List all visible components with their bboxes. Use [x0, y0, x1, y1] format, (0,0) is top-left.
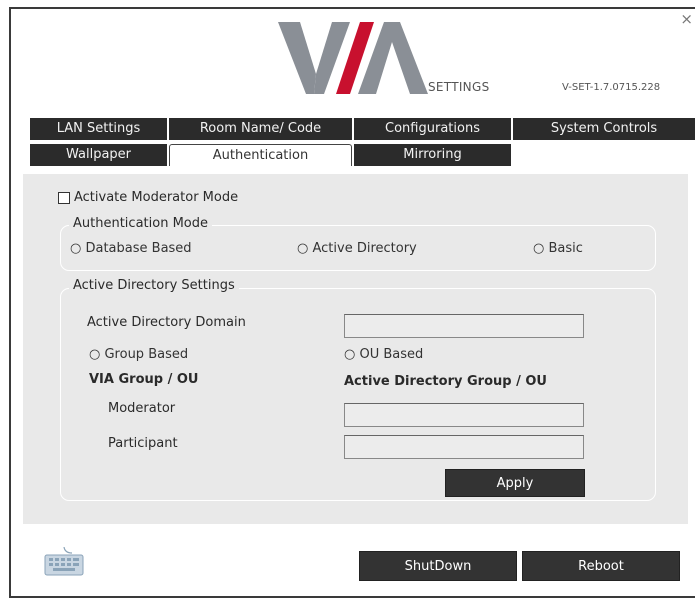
- moderator-mode-label: Activate Moderator Mode: [74, 190, 239, 205]
- keyboard-icon[interactable]: [44, 547, 84, 577]
- radio-database-based[interactable]: ○ Database Based: [70, 241, 192, 256]
- via-group-heading: VIA Group / OU: [89, 372, 199, 387]
- radio-group-based[interactable]: ○ Group Based: [89, 347, 188, 362]
- radio-icon: ○: [297, 241, 309, 256]
- tab-room-name-code[interactable]: Room Name/ Code: [169, 118, 352, 140]
- participant-label: Participant: [108, 436, 178, 451]
- tab-lan-settings[interactable]: LAN Settings: [30, 118, 167, 140]
- tab-configurations[interactable]: Configurations: [354, 118, 511, 140]
- radio-label: Active Directory: [312, 241, 417, 256]
- authentication-mode-legend: Authentication Mode: [69, 216, 212, 231]
- radio-active-directory[interactable]: ○ Active Directory: [297, 241, 417, 256]
- radio-label: Database Based: [85, 241, 192, 256]
- settings-title: SETTINGS: [428, 80, 490, 94]
- participant-input[interactable]: [344, 435, 584, 459]
- tab-authentication[interactable]: Authentication: [169, 144, 352, 166]
- radio-icon: ○: [70, 241, 82, 256]
- radio-icon: ○: [533, 241, 545, 256]
- version-label: V-SET-1.7.0715.228: [562, 82, 661, 93]
- tab-mirroring[interactable]: Mirroring: [354, 144, 511, 166]
- ad-domain-input[interactable]: [344, 314, 584, 338]
- shutdown-button[interactable]: ShutDown: [359, 551, 517, 581]
- radio-label: OU Based: [359, 347, 424, 362]
- tab-system-controls[interactable]: System Controls: [513, 118, 695, 140]
- radio-label: Group Based: [104, 347, 189, 362]
- radio-icon: ○: [89, 347, 101, 362]
- moderator-mode-checkbox[interactable]: [58, 192, 70, 204]
- reboot-button[interactable]: Reboot: [522, 551, 680, 581]
- radio-label: Basic: [548, 241, 583, 256]
- ad-settings-legend: Active Directory Settings: [69, 278, 239, 293]
- radio-basic[interactable]: ○ Basic: [533, 241, 583, 256]
- radio-ou-based[interactable]: ○ OU Based: [344, 347, 423, 362]
- moderator-label: Moderator: [108, 401, 176, 416]
- radio-icon: ○: [344, 347, 356, 362]
- via-logo: [278, 22, 428, 94]
- close-icon[interactable]: ×: [680, 10, 693, 28]
- moderator-input[interactable]: [344, 403, 584, 427]
- ad-domain-label: Active Directory Domain: [87, 315, 246, 330]
- ad-group-heading: Active Directory Group / OU: [344, 374, 547, 389]
- tab-wallpaper[interactable]: Wallpaper: [30, 144, 167, 166]
- apply-button[interactable]: Apply: [445, 469, 585, 497]
